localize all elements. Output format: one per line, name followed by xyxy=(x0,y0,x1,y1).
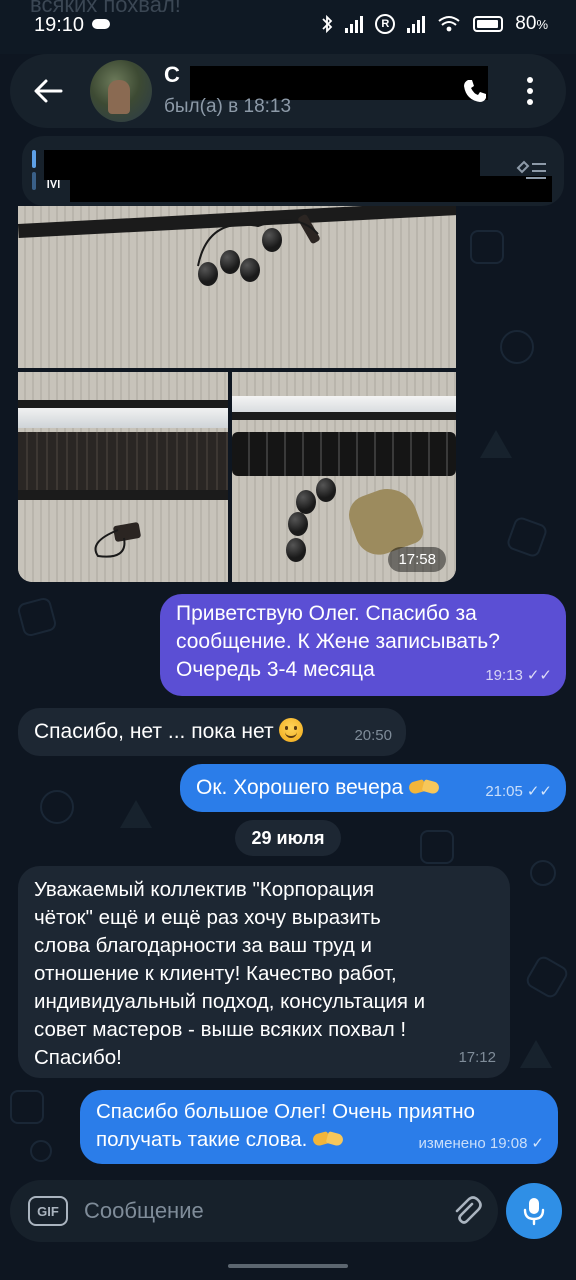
more-vertical-icon xyxy=(527,77,533,83)
double-check-icon: ✓✓ xyxy=(526,783,552,800)
battery-icon xyxy=(473,16,504,32)
message-line: Уважаемый коллектив "Корпорация xyxy=(34,878,375,901)
wifi-icon xyxy=(438,16,460,32)
message-line: совет мастеров - выше всяких похвал ! xyxy=(34,1018,407,1041)
incoming-message[interactable]: Уважаемый коллектив "Корпорация чёток" е… xyxy=(18,866,510,1078)
contact-name[interactable]: С xyxy=(164,62,180,88)
chat-header: С был(а) в 18:13 xyxy=(10,54,566,128)
single-check-icon: ✓ xyxy=(531,1135,544,1152)
signal-icon xyxy=(345,15,364,33)
wallpaper-doodle xyxy=(120,800,152,828)
registered-icon: R xyxy=(375,14,396,34)
message-meta: изменено 19:08 ✓ xyxy=(419,1130,544,1158)
outgoing-message[interactable]: Спасибо большое Олег! Очень приятно полу… xyxy=(80,1090,558,1164)
more-menu-button[interactable] xyxy=(510,68,550,114)
wallpaper-doodle xyxy=(30,1140,52,1162)
last-seen-status: был(а) в 18:13 xyxy=(164,96,292,117)
message-time: 21:05 xyxy=(485,783,523,800)
media-album[interactable]: 17:58 xyxy=(18,206,456,582)
handshake-emoji xyxy=(313,1129,343,1149)
incoming-message[interactable]: Спасибо, нет ... пока нет 20:50 xyxy=(18,708,406,756)
wallpaper-doodle xyxy=(10,1090,44,1124)
wallpaper-doodle xyxy=(500,330,534,364)
wallpaper-doodle xyxy=(523,953,571,1001)
photo-1[interactable] xyxy=(18,206,456,368)
cloud-icon xyxy=(92,19,110,29)
back-arrow-icon xyxy=(34,79,63,103)
message-meta: 21:05 ✓✓ xyxy=(485,778,552,806)
wallpaper-doodle xyxy=(16,596,58,638)
gesture-nav-bar[interactable] xyxy=(228,1264,348,1268)
pinned-list-icon[interactable] xyxy=(514,158,548,184)
media-timestamp: 17:58 xyxy=(388,547,446,572)
microphone-button[interactable] xyxy=(506,1183,562,1239)
message-line: получать такие слова. xyxy=(96,1128,308,1151)
signal-icon-2 xyxy=(407,15,426,33)
wallpaper-doodle xyxy=(505,515,549,559)
phone-icon xyxy=(464,80,486,102)
wallpaper-doodle xyxy=(480,430,512,458)
message-line: чёток" ещё и ещё раз хочу выразить xyxy=(34,906,381,929)
paperclip-icon[interactable] xyxy=(450,1194,484,1228)
battery-level: 80% xyxy=(515,13,548,34)
message-time: 20:50 xyxy=(354,727,392,744)
smiling-face-emoji xyxy=(279,718,304,742)
status-time: 19:10 xyxy=(34,14,85,36)
message-line: отношение к клиенту! Качество работ, xyxy=(34,962,397,985)
gif-icon[interactable]: GIF xyxy=(28,1196,68,1226)
bluetooth-icon xyxy=(322,14,333,34)
photo-3[interactable]: 17:58 xyxy=(232,372,456,582)
wallpaper-doodle xyxy=(530,860,556,886)
photo-2[interactable] xyxy=(18,372,228,582)
message-line: индивидуальный подход, консультация и xyxy=(34,990,426,1013)
handshake-emoji xyxy=(409,777,439,797)
message-meta: 17:12 xyxy=(458,1044,496,1072)
outgoing-message[interactable]: Приветствую Олег. Спасибо за сообщение. … xyxy=(160,594,566,696)
message-line: Приветствую Олег. Спасибо за xyxy=(176,602,477,625)
message-meta: 20:50 xyxy=(354,722,392,750)
microphone-icon xyxy=(523,1198,545,1226)
date-separator: 29 июля xyxy=(235,820,341,856)
message-time: 19:13 xyxy=(485,667,523,684)
redaction-bar xyxy=(70,176,552,202)
contact-avatar[interactable] xyxy=(90,60,152,122)
message-time: 17:12 xyxy=(458,1049,496,1066)
message-time: изменено 19:08 xyxy=(418,1135,528,1152)
message-input[interactable] xyxy=(84,1192,444,1230)
outgoing-message[interactable]: Ок. Хорошего вечера 21:05 ✓✓ xyxy=(180,764,566,812)
message-meta: 19:13 ✓✓ xyxy=(485,662,552,690)
status-bar: всяких похвал! 19:10 R 80% xyxy=(0,0,576,54)
wallpaper-doodle xyxy=(470,230,504,264)
call-button[interactable] xyxy=(452,68,498,114)
pinned-message-bar[interactable]: М xyxy=(22,136,564,206)
double-check-icon: ✓✓ xyxy=(526,667,552,684)
message-line: сообщение. К Жене записывать? xyxy=(176,630,500,653)
message-line: Спасибо большое Олег! Очень приятно xyxy=(96,1100,475,1123)
message-line: слова благодарности за ваш труд и xyxy=(34,934,372,957)
back-button[interactable] xyxy=(22,65,74,117)
wallpaper-doodle xyxy=(520,1040,552,1068)
redaction-bar xyxy=(190,66,488,100)
pinned-indicator xyxy=(32,150,36,190)
wallpaper-doodle xyxy=(40,790,74,824)
message-composer: GIF xyxy=(10,1180,498,1242)
message-text: Спасибо, нет ... пока нет xyxy=(34,720,274,743)
wallpaper-doodle xyxy=(420,830,454,864)
status-icons: R 80% xyxy=(321,13,548,35)
message-text: Ок. Хорошего вечера xyxy=(196,776,404,799)
message-line: Спасибо! xyxy=(34,1046,122,1069)
